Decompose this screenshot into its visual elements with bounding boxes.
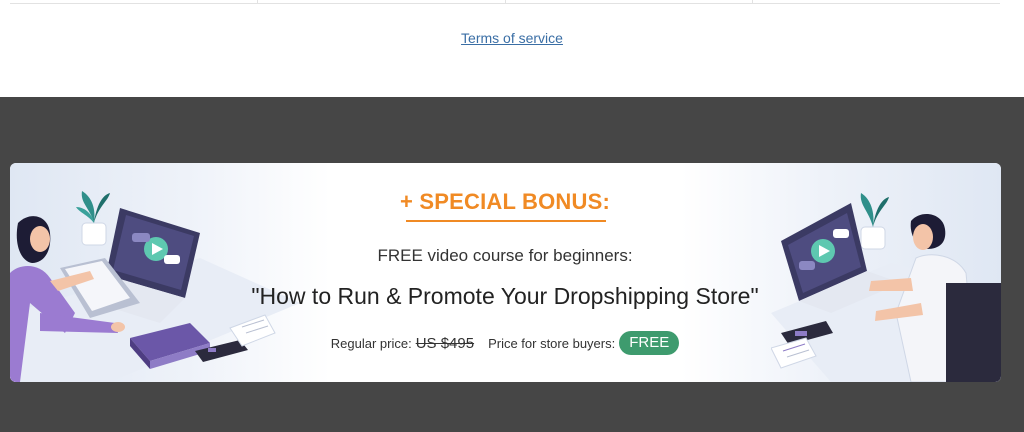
special-bonus-banner[interactable]: + SPECIAL BONUS: FREE video course for b… (10, 163, 1001, 382)
regular-price-label: Regular price: (330, 335, 412, 351)
plant-icon (76, 191, 110, 246)
table-column-divider (257, 0, 258, 4)
store-price-label: Price for store buyers: (488, 335, 616, 351)
bonus-title: + SPECIAL BONUS: (400, 189, 610, 214)
table-column-divider (752, 0, 753, 4)
price-row: Regular price: US $495 Price for store b… (210, 331, 800, 355)
terms-of-service-link[interactable]: Terms of service (0, 30, 1024, 46)
bonus-title-underline (406, 220, 606, 222)
bonus-content: + SPECIAL BONUS: FREE video course for b… (210, 163, 800, 382)
top-area: Terms of service (0, 0, 1024, 97)
man-with-laptop-illustration (771, 193, 1001, 382)
table-column-divider (505, 0, 506, 4)
regular-price: US $495 (415, 334, 475, 352)
bonus-subtitle: FREE video course for beginners: (377, 246, 633, 265)
plant-icon (860, 193, 889, 250)
free-badge: FREE (619, 331, 680, 355)
table-bottom-edge (10, 0, 1000, 4)
course-title: "How to Run & Promote Your Dropshipping … (251, 283, 759, 309)
